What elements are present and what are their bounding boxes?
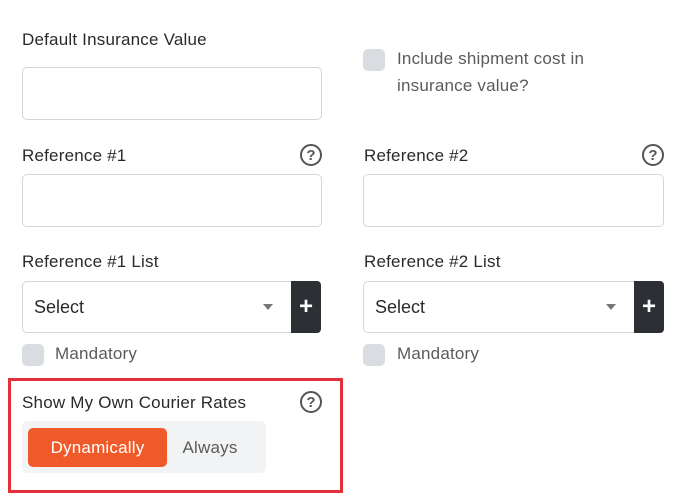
reference1-list-select[interactable]: Select [22, 281, 292, 333]
chevron-down-icon [263, 304, 273, 310]
toggle-option-dynamically[interactable]: Dynamically [28, 428, 167, 467]
reference2-list-select[interactable]: Select [363, 281, 635, 333]
reference1-list-add-button[interactable]: + [291, 281, 321, 333]
reference2-list-selected: Select [375, 296, 426, 317]
chevron-down-icon [606, 304, 616, 310]
include-shipment-label: Include shipment cost in insurance value… [397, 49, 585, 95]
reference2-list-label: Reference #2 List [364, 252, 501, 271]
question-circle-icon[interactable]: ? [300, 391, 322, 413]
include-shipment-checkbox[interactable] [363, 49, 385, 71]
reference2-input[interactable] [363, 174, 664, 227]
question-circle-icon[interactable]: ? [642, 144, 664, 166]
reference1-mandatory-label: Mandatory [55, 344, 138, 363]
reference2-mandatory-checkbox[interactable] [363, 344, 385, 366]
reference2-list-add-button[interactable]: + [634, 281, 664, 333]
question-circle-icon[interactable]: ? [300, 144, 322, 166]
insurance-label: Default Insurance Value [22, 30, 207, 49]
reference1-input[interactable] [22, 174, 322, 227]
reference1-list-label: Reference #1 List [22, 252, 159, 271]
reference2-label: Reference #2 [364, 146, 469, 165]
reference1-list-selected: Select [34, 296, 85, 317]
toggle-option-always[interactable]: Always [168, 428, 252, 467]
reference1-label: Reference #1 [22, 146, 127, 165]
reference1-mandatory-checkbox[interactable] [22, 344, 44, 366]
courier-rates-label: Show My Own Courier Rates [22, 393, 247, 412]
insurance-value-input[interactable] [22, 67, 322, 120]
reference2-mandatory-label: Mandatory [397, 344, 480, 363]
